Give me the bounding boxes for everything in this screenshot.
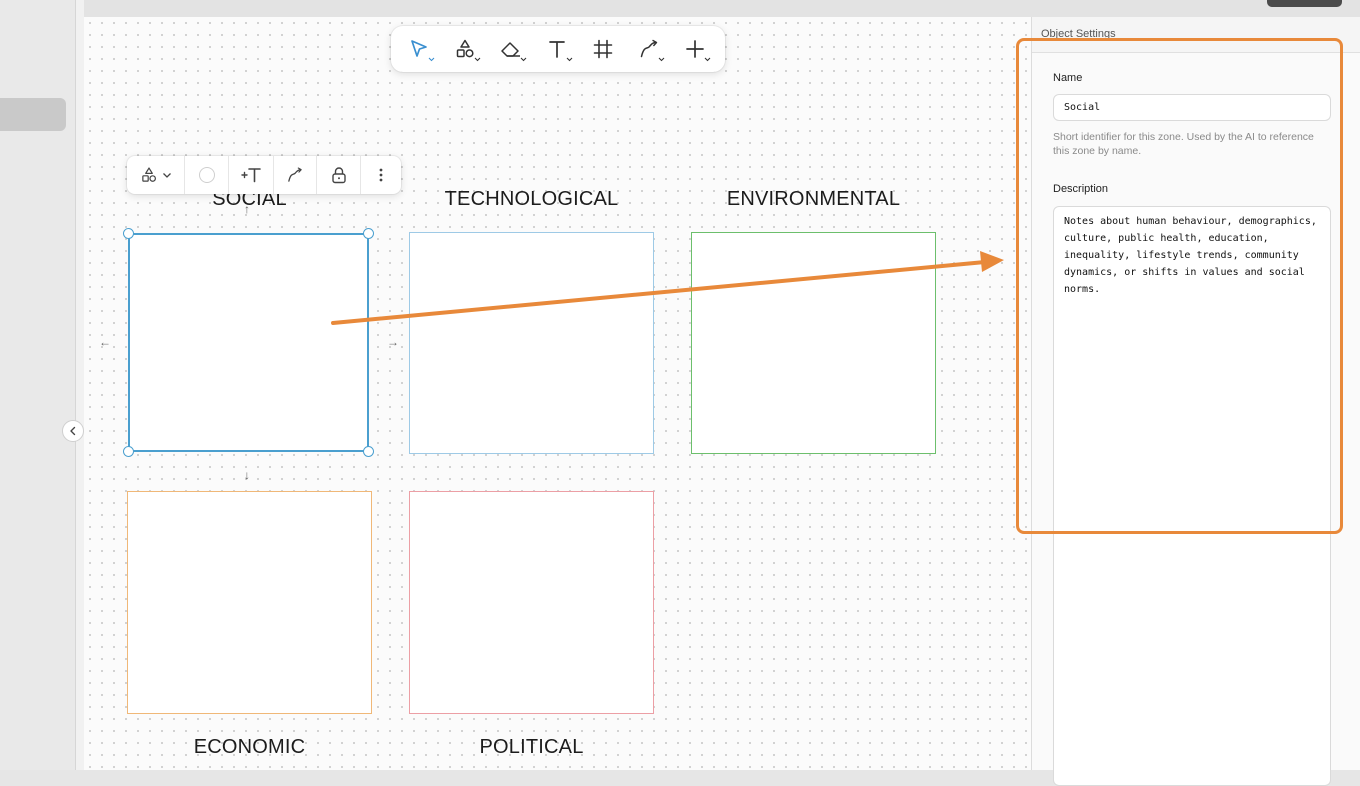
- lock-button[interactable]: [317, 156, 360, 194]
- selection-toolbar: [127, 156, 401, 194]
- add-text-button[interactable]: [229, 156, 273, 194]
- left-sidebar: [0, 0, 75, 770]
- select-tool-button[interactable]: [401, 34, 437, 64]
- zone-economic[interactable]: [127, 491, 372, 714]
- lock-icon: [331, 167, 346, 184]
- zone-label-technological: TECHNOLOGICAL: [444, 188, 619, 210]
- shape-type-button[interactable]: [127, 156, 184, 194]
- color-circle-icon: [198, 167, 215, 183]
- name-label: Name: [1053, 72, 1083, 84]
- top-bar-button[interactable]: [1267, 0, 1342, 7]
- zone-technological[interactable]: [409, 232, 654, 454]
- chevron-down-icon: [428, 57, 435, 62]
- chevron-down-icon: [162, 172, 171, 178]
- nudge-left-arrow[interactable]: ←: [99, 336, 111, 348]
- zone-social[interactable]: [128, 233, 369, 452]
- select-cursor-icon: [411, 40, 427, 57]
- top-bar: [84, 0, 1360, 18]
- resize-handle-bottom-left[interactable]: [123, 446, 134, 457]
- frame-icon: [593, 39, 613, 59]
- sidebar-active-item[interactable]: [0, 98, 66, 131]
- add-text-icon: [241, 168, 261, 183]
- chevron-left-icon: [70, 426, 76, 436]
- text-icon: [549, 41, 565, 58]
- more-options-button[interactable]: [361, 156, 401, 194]
- collapse-sidebar-button[interactable]: [62, 420, 84, 442]
- zone-label-environmental: ENVIRONMENTAL: [726, 188, 901, 210]
- resize-handle-top-right[interactable]: [363, 228, 374, 239]
- connector-tool-button[interactable]: [631, 34, 667, 64]
- chevron-down-icon: [566, 57, 573, 62]
- text-tool-button[interactable]: [539, 34, 575, 64]
- nudge-up-arrow[interactable]: ↑: [244, 203, 250, 215]
- panel-title: Object Settings: [1041, 28, 1116, 40]
- fill-color-button[interactable]: [185, 156, 228, 194]
- eraser-tool-button[interactable]: [493, 34, 529, 64]
- name-hint: Short identifier for this zone. Used by …: [1053, 131, 1314, 157]
- zone-environmental[interactable]: [691, 232, 936, 454]
- nudge-right-arrow[interactable]: →: [387, 336, 399, 348]
- zone-name-input[interactable]: [1053, 94, 1331, 121]
- resize-handle-top-left[interactable]: [123, 228, 134, 239]
- chevron-down-icon: [520, 57, 527, 62]
- zone-political[interactable]: [409, 491, 654, 714]
- add-icon: [686, 40, 704, 58]
- more-vertical-icon: [379, 168, 383, 182]
- zone-description-input[interactable]: Notes about human behaviour, demographic…: [1053, 206, 1331, 786]
- connector-icon: [640, 39, 658, 58]
- shapes-tool-button[interactable]: [447, 34, 483, 64]
- zone-label-economic: ECONOMIC: [193, 736, 306, 758]
- shapes-icon: [141, 167, 156, 182]
- connector-icon: [288, 167, 302, 182]
- nudge-down-arrow[interactable]: ↓: [244, 469, 250, 481]
- add-tool-button[interactable]: [677, 34, 713, 64]
- chevron-down-icon: [474, 57, 481, 62]
- zone-label-political: POLITICAL: [479, 736, 584, 758]
- chevron-down-icon: [704, 57, 711, 62]
- main-toolbar: [391, 26, 725, 72]
- resize-handle-bottom-right[interactable]: [363, 446, 374, 457]
- object-settings-panel: Object Settings Name Short identifier fo…: [1031, 17, 1360, 786]
- shapes-icon: [456, 39, 474, 58]
- chevron-down-icon: [658, 57, 665, 62]
- frame-tool-button[interactable]: [585, 34, 621, 64]
- description-label: Description: [1053, 183, 1109, 195]
- connector-button[interactable]: [274, 156, 316, 194]
